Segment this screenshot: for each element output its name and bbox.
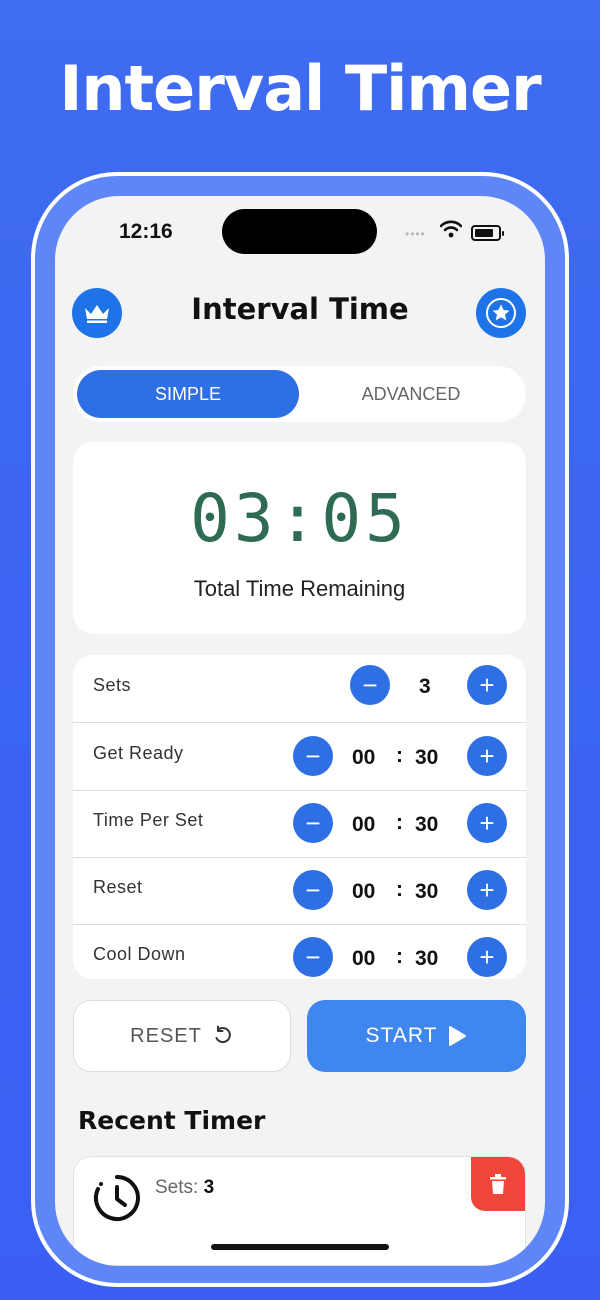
reset-minutes: 00 [352,880,376,903]
start-button-label: START [365,1024,438,1047]
setting-label: Cool Down [93,944,186,964]
time-separator: : [396,811,403,834]
home-indicator[interactable] [211,1244,389,1250]
reset-decrement-button[interactable]: − [293,870,333,910]
setting-label: Reset [93,877,143,897]
time-separator: : [396,744,403,767]
recent-timer-heading: Recent Timer [78,1106,266,1135]
recent-sets: Sets: 3 [155,1177,214,1199]
cool-down-seconds: 30 [415,947,439,970]
setting-row-get-ready: Get Ready − 00 : 30 + [73,723,526,791]
sets-decrement-button[interactable]: − [350,665,390,705]
signal-icon: •••• [405,227,426,241]
remaining-time: 03:05 [190,480,409,557]
setting-row-reset: Reset − 00 : 30 + [73,857,526,925]
star-icon [486,298,516,328]
timer-settings-list: Sets − 3 + Get Ready − 00 : 30 + Time Pe… [73,655,526,979]
time-separator: : [396,878,403,901]
recent-sets-label: Sets: [155,1177,199,1198]
get-ready-seconds: 30 [415,746,439,769]
tab-advanced[interactable]: ADVANCED [300,370,522,418]
time-per-set-increment-button[interactable]: + [467,803,507,843]
cool-down-increment-button[interactable]: + [467,937,507,977]
timer-display: 03:05 Total Time Remaining [73,442,526,634]
remaining-caption: Total Time Remaining [193,576,406,601]
cool-down-decrement-button[interactable]: − [293,937,333,977]
get-ready-increment-button[interactable]: + [467,736,507,776]
reset-increment-button[interactable]: + [467,870,507,910]
reset-seconds: 30 [415,880,439,903]
setting-label: Time Per Set [93,810,204,830]
favorites-button[interactable] [476,288,526,338]
undo-icon [215,1025,231,1044]
reset-button-label: RESET [130,1024,202,1047]
wifi-icon [440,220,462,238]
cool-down-minutes: 00 [352,947,376,970]
dynamic-island [222,209,377,254]
clock-history-icon [94,1175,140,1221]
battery-icon [471,225,504,241]
mode-segmented-control: SIMPLE ADVANCED [73,366,526,422]
tab-simple[interactable]: SIMPLE [77,370,299,418]
reset-button[interactable]: RESET [73,1000,291,1072]
recent-sets-value: 3 [203,1177,215,1198]
time-per-set-minutes: 00 [352,813,376,836]
time-per-set-seconds: 30 [415,813,439,836]
setting-label: Sets [93,675,132,695]
time-per-set-decrement-button[interactable]: − [293,803,333,843]
page-title: Interval Time [191,292,409,326]
sets-value: 3 [419,675,431,698]
delete-timer-button[interactable] [471,1157,525,1211]
status-time: 12:16 [119,220,173,243]
trash-icon [490,1174,506,1194]
app-screen: 12:16 •••• Interval Time SIMPLE ADVANCED… [55,196,545,1266]
setting-row-cool-down: Cool Down − 00 : 30 + [73,924,526,979]
get-ready-minutes: 00 [352,746,376,769]
play-icon [449,1026,467,1046]
get-ready-decrement-button[interactable]: − [293,736,333,776]
setting-label: Get Ready [93,743,184,763]
start-button[interactable]: START [307,1000,526,1072]
sets-increment-button[interactable]: + [467,665,507,705]
time-separator: : [396,945,403,968]
setting-row-sets: Sets − 3 + [73,655,526,723]
setting-row-time-per-set: Time Per Set − 00 : 30 + [73,790,526,858]
promo-headline: Interval Timer [59,52,541,125]
